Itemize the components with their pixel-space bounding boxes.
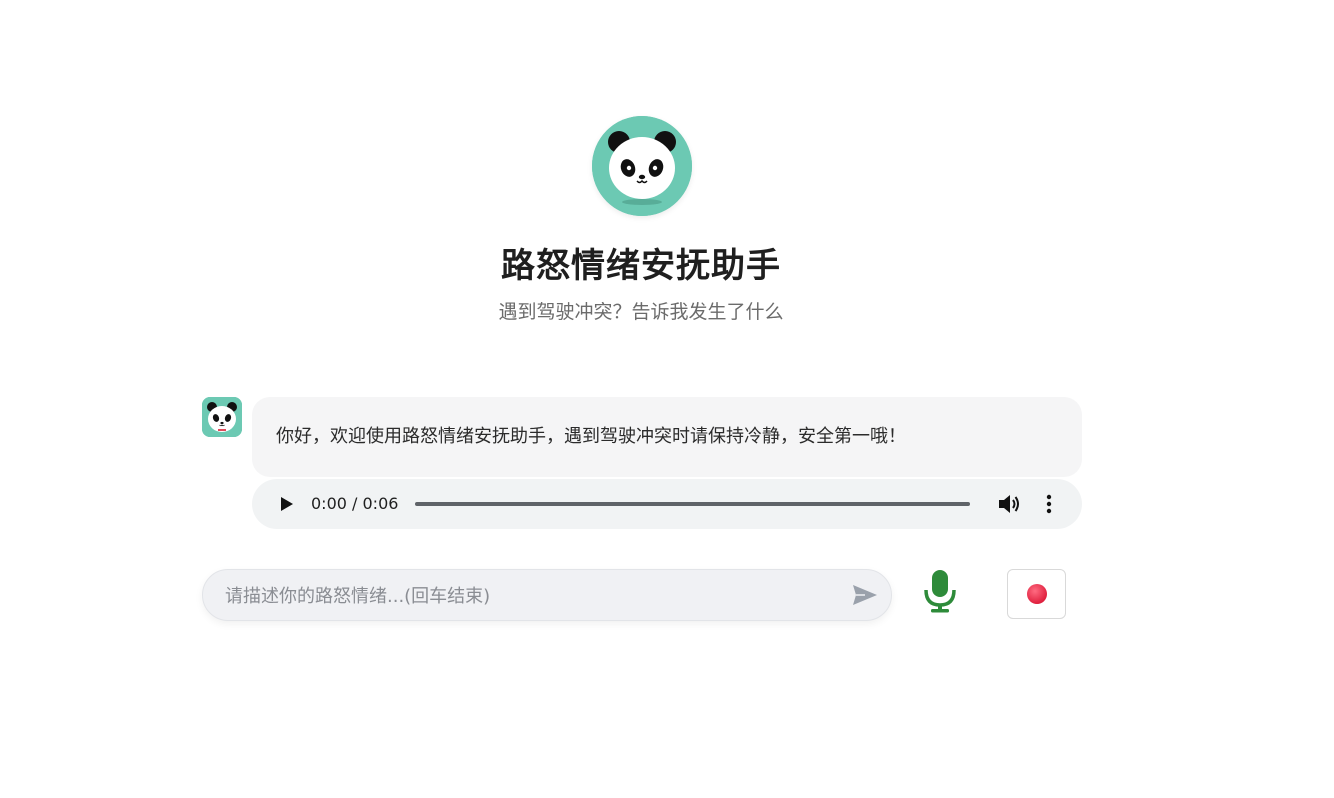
page: 路怒情绪安抚助手 遇到驾驶冲突？告诉我发生了什么 你好，欢迎使用路怒情绪安抚助手…	[0, 0, 1334, 798]
assistant-message-bubble: 你好，欢迎使用路怒情绪安抚助手，遇到驾驶冲突时请保持冷静，安全第一哦！	[252, 397, 1082, 477]
message-input[interactable]	[223, 570, 837, 622]
panda-icon	[202, 397, 242, 437]
page-subtitle: 遇到驾驶冲突？告诉我发生了什么	[498, 301, 784, 323]
record-button[interactable]	[1007, 569, 1066, 619]
audio-progress-track[interactable]	[415, 502, 970, 506]
audio-time: 0:00 / 0:06	[311, 494, 399, 513]
page-title: 路怒情绪安抚助手	[501, 246, 781, 286]
play-icon[interactable]	[276, 494, 296, 514]
record-icon	[1027, 584, 1047, 604]
panda-avatar-icon	[592, 116, 692, 216]
audio-player[interactable]: 0:00 / 0:06	[252, 479, 1082, 529]
more-options-icon[interactable]	[1038, 493, 1060, 515]
volume-icon[interactable]	[997, 493, 1021, 515]
send-icon[interactable]	[851, 583, 879, 607]
message-composer	[202, 569, 892, 622]
microphone-icon[interactable]	[921, 568, 959, 614]
